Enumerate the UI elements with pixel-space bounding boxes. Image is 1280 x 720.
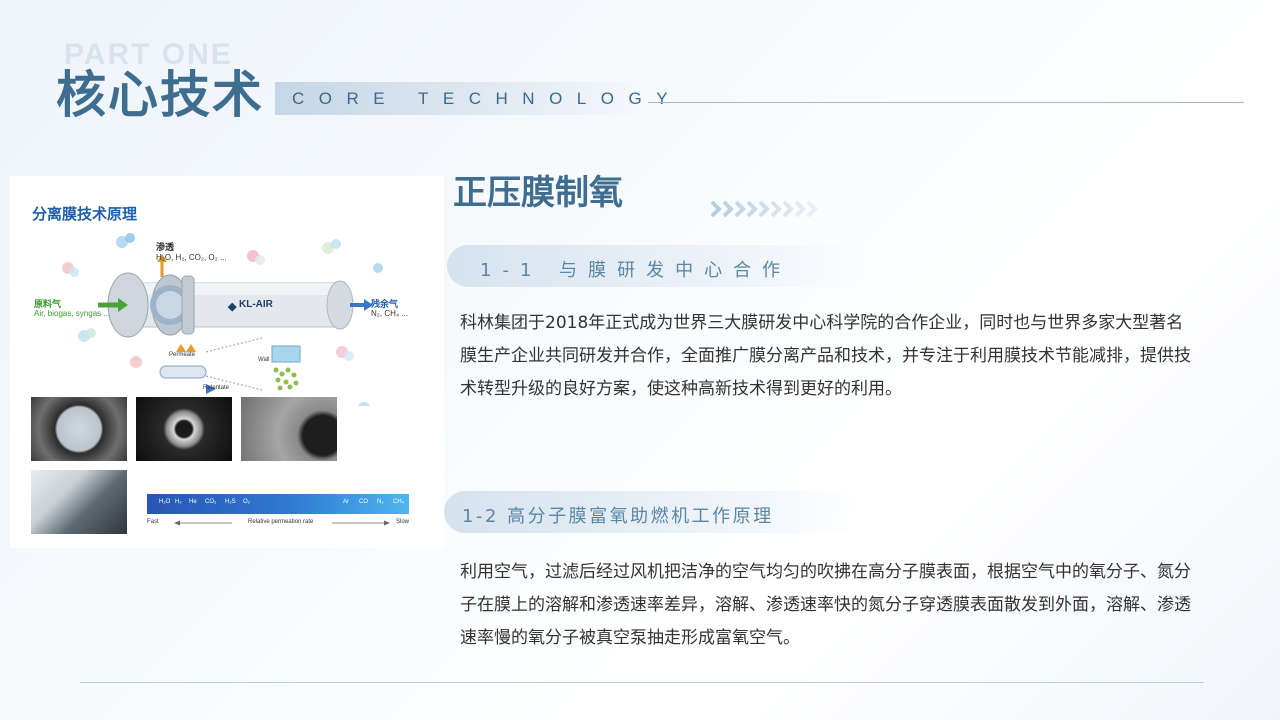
chevron-icon <box>770 200 782 218</box>
footer-divider <box>80 682 1204 683</box>
permeation-gas-label: CO₂ <box>205 499 217 505</box>
retentate-en-label: Retentate <box>203 385 230 391</box>
brand-text: KL-AIR <box>239 299 273 310</box>
chevron-icon <box>782 200 794 218</box>
membrane-photo-2 <box>136 397 232 461</box>
permeation-gas-label: He <box>189 499 197 505</box>
chevron-icon <box>734 200 746 218</box>
feed-desc: Air, biogas, syngas ... <box>34 309 111 318</box>
header-divider <box>648 102 1244 103</box>
wall-en-label: Wall <box>258 357 270 363</box>
subsection-2-title: 1-2 高分子膜富氧助燃机工作原理 <box>462 506 774 527</box>
chevron-icon <box>806 200 818 218</box>
membrane-photo-3 <box>241 397 337 461</box>
subsection-1-title: 1-1 与膜研发中心合作 <box>480 260 792 281</box>
page-title: 核心技术 <box>56 66 264 124</box>
permeation-gas-label: N₂ <box>377 499 384 505</box>
chevron-icon <box>722 200 734 218</box>
permeation-gas-label: O₂ <box>243 499 250 505</box>
brand-logo: ◆ <box>227 301 237 313</box>
permeation-gas-label: H₂O <box>159 499 171 505</box>
membrane-photo-1 <box>31 397 127 461</box>
chevron-decoration-icon <box>710 200 818 218</box>
scale-arrows <box>174 520 390 526</box>
scale-fast-label: Fast <box>147 519 159 525</box>
lab-photo <box>31 470 127 534</box>
chevron-icon <box>746 200 758 218</box>
permeate-gases: H₂O, H₂, CO₂, O₂ ... <box>156 253 227 262</box>
chevron-icon <box>794 200 806 218</box>
permeation-gas-label: Ar <box>343 499 349 505</box>
page-subtitle: CORE TECHNOLOGY <box>292 89 683 108</box>
permeation-gas-label: CO <box>359 499 368 505</box>
chevron-icon <box>758 200 770 218</box>
chevron-icon <box>710 200 722 218</box>
permeation-gas-label: H₂S <box>225 499 236 505</box>
permeation-gas-label: CH₄ <box>393 499 405 505</box>
permeation-gas-label: H₂ <box>175 499 182 505</box>
scale-slow-label: Slow <box>396 519 410 525</box>
membrane-technology-image: 分离膜技术原理 ◆ 渗透 H₂O, H₂, CO₂, O₂ ... 原料气 Ai… <box>10 176 444 548</box>
subsection-2-paragraph: 利用空气，过滤后经过风机把洁净的空气均匀的吹拂在高分子膜表面，根据空气中的氧分子… <box>460 562 1191 648</box>
residue-desc: N₂, CH₄ ... <box>371 309 409 318</box>
section-title: 正压膜制氧 <box>453 173 623 213</box>
permeation-gas-list: H₂O H₂ He CO₂ H₂S O₂ Ar CO N₂ CH₄ <box>147 496 409 512</box>
subsection-1-paragraph: 科林集团于2018年正式成为世界三大膜研发中心科学院的合作企业，同时也与世界多家… <box>460 313 1191 399</box>
permeate-en-label: Permeate <box>169 352 196 358</box>
molecule-decoration: ◆ <box>62 233 383 406</box>
permeate-label: 渗透 <box>156 242 175 252</box>
